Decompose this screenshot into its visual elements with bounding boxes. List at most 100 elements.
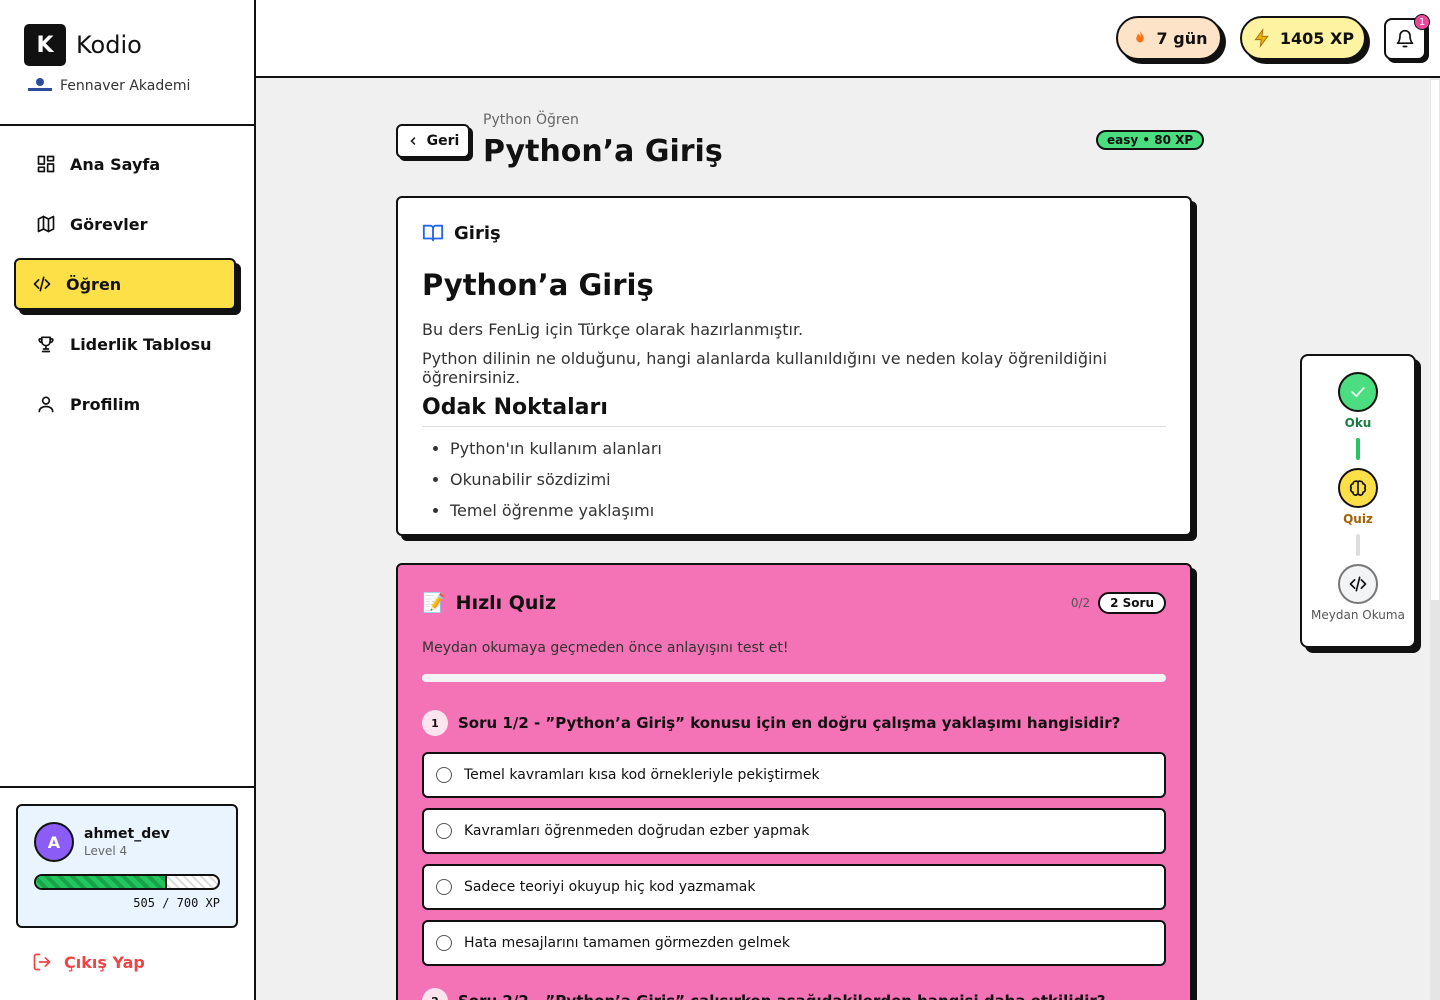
option-label: Sadece teoriyi okuyup hiç kod yazmamak <box>464 879 756 895</box>
radio-button[interactable] <box>436 767 452 783</box>
option-label: Kavramları öğrenmeden doğrudan ezber yap… <box>464 823 810 839</box>
code-icon <box>1349 576 1367 592</box>
brand-row[interactable]: K Kodio <box>24 24 230 66</box>
step-challenge[interactable]: Meydan Okuma <box>1311 564 1405 622</box>
brand-block: K Kodio Fennaver Akademi <box>0 0 254 126</box>
page-title: Python’a Giriş <box>483 134 723 169</box>
bell-icon <box>1396 29 1414 48</box>
options-list: Temel kavramları kısa kod örnekleriyle p… <box>422 752 1166 966</box>
avatar: A <box>34 822 74 862</box>
logout-label: Çıkış Yap <box>64 952 145 972</box>
answer-option[interactable]: Kavramları öğrenmeden doğrudan ezber yap… <box>422 808 1166 854</box>
step-connector <box>1356 438 1360 460</box>
list-item: Python'ın kullanım alanları <box>450 439 1166 458</box>
xp-badge[interactable]: 1405 XP <box>1240 16 1366 60</box>
answer-option[interactable]: Temel kavramları kısa kod örnekleriyle p… <box>422 752 1166 798</box>
quiz-title: Hızlı Quiz <box>455 591 557 614</box>
lightning-icon <box>1252 28 1272 48</box>
answer-option[interactable]: Sadece teoriyi okuyup hiç kod yazmamak <box>422 864 1166 910</box>
org-row: Fennaver Akademi <box>24 78 230 94</box>
focus-heading: Odak Noktaları <box>422 395 1166 427</box>
question-1: 1 Soru 1/2 - ”Python’a Giriş” konusu içi… <box>422 710 1166 736</box>
flame-icon <box>1131 29 1149 47</box>
option-label: Temel kavramları kısa kod örnekleriyle p… <box>464 767 820 783</box>
step-label: Quiz <box>1343 512 1373 526</box>
quiz-header: 📝 Hızlı Quiz 0/2 2 Soru <box>422 591 1166 614</box>
sidebar-item-label: Öğren <box>66 274 122 294</box>
question-count-badge: 2 Soru <box>1098 591 1166 614</box>
brand-name: Kodio <box>76 31 142 59</box>
answer-option[interactable]: Hata mesajlarını tamamen görmezden gelme… <box>422 920 1166 966</box>
step-connector <box>1356 534 1360 556</box>
lesson-content-card: Giriş Python’a Giriş Bu ders FenLig için… <box>396 196 1192 536</box>
question-2: 2 Soru 2/2 - ”Python’a Giriş” çalışırken… <box>422 988 1166 1000</box>
step-circle <box>1338 372 1378 412</box>
user-card[interactable]: A ahmet_dev Level 4 505 / 700 XP <box>16 804 238 928</box>
user-icon <box>38 396 54 413</box>
lesson-heading: Python’a Giriş <box>422 268 654 302</box>
user-level: Level 4 <box>84 844 128 858</box>
sidebar-item-tasks[interactable]: Görevler <box>14 198 240 250</box>
code-icon <box>33 276 51 292</box>
sidebar-item-home[interactable]: Ana Sayfa <box>14 138 240 190</box>
xp-progress-bar <box>34 874 220 890</box>
quiz-meta: 0/2 2 Soru <box>1070 591 1166 614</box>
logout-button[interactable]: Çıkış Yap <box>32 952 145 972</box>
brain-icon <box>1349 480 1367 496</box>
book-open-icon <box>422 224 444 242</box>
question-number: 1 <box>422 710 448 736</box>
question-text: Soru 1/2 - ”Python’a Giriş” konusu için … <box>458 714 1121 732</box>
question-number: 2 <box>422 988 448 1000</box>
back-button[interactable]: Geri <box>396 124 470 158</box>
step-circle <box>1338 468 1378 508</box>
top-bar: 7 gün 1405 XP 1 <box>256 0 1440 78</box>
notifications-button[interactable]: 1 <box>1384 14 1430 60</box>
quiz-description: Meydan okumaya geçmeden önce anlayışını … <box>422 640 789 656</box>
section-header: Giriş <box>422 222 1166 244</box>
step-quiz[interactable]: Quiz <box>1338 468 1378 526</box>
sidebar-nav: Ana Sayfa Görevler Öğren Liderlik Tablos… <box>0 126 254 450</box>
sidebar: K Kodio Fennaver Akademi Ana Sayfa Görev… <box>0 0 256 1000</box>
sidebar-item-learn[interactable]: Öğren <box>14 258 236 310</box>
sidebar-item-label: Görevler <box>70 214 148 234</box>
step-label: Meydan Okuma <box>1311 608 1405 622</box>
scrollbar-thumb[interactable] <box>1431 80 1439 600</box>
sidebar-item-label: Ana Sayfa <box>70 154 161 174</box>
question-text: Soru 2/2 - ”Python’a Giriş” çalışırken a… <box>458 992 1105 1000</box>
map-icon <box>37 215 55 233</box>
lesson-steps-panel: Oku Quiz Meydan Okuma <box>1300 354 1416 648</box>
step-label: Oku <box>1344 416 1372 430</box>
sidebar-item-profile[interactable]: Profilim <box>14 378 240 430</box>
lesson-paragraph: Bu ders FenLig için Türkçe olarak hazırl… <box>422 320 804 339</box>
radio-button[interactable] <box>436 935 452 951</box>
dashboard-icon <box>37 155 55 173</box>
lesson-paragraph: Python dilinin ne olduğunu, hangi alanla… <box>422 349 1108 387</box>
list-item: Okunabilir sözdizimi <box>450 470 1166 489</box>
radio-button[interactable] <box>436 879 452 895</box>
streak-badge[interactable]: 7 gün <box>1116 16 1222 60</box>
sidebar-item-leaderboard[interactable]: Liderlik Tablosu <box>14 318 240 370</box>
quiz-progress-bar <box>422 674 1166 682</box>
logout-icon <box>33 953 51 971</box>
radio-button[interactable] <box>436 823 452 839</box>
step-read[interactable]: Oku <box>1338 372 1378 430</box>
check-icon <box>1351 387 1365 397</box>
back-label: Geri <box>426 133 460 149</box>
org-name: Fennaver Akademi <box>60 78 191 94</box>
sidebar-divider <box>0 786 254 788</box>
sidebar-item-label: Profilim <box>70 394 141 414</box>
focus-list: Python'ın kullanım alanları Okunabilir s… <box>422 439 1166 520</box>
xp-progress-fill <box>36 876 168 888</box>
breadcrumb[interactable]: Python Öğren <box>483 112 579 128</box>
user-info: ahmet_dev Level 4 <box>84 826 170 858</box>
step-circle <box>1338 564 1378 604</box>
quiz-title-row: 📝 Hızlı Quiz <box>422 591 557 615</box>
xp-label: 1405 XP <box>1279 28 1355 48</box>
option-label: Hata mesajlarını tamamen görmezden gelme… <box>464 935 790 951</box>
difficulty-xp-badge: easy • 80 XP <box>1096 130 1205 150</box>
section-title: Giriş <box>454 222 501 244</box>
notification-count-badge: 1 <box>1414 14 1430 30</box>
user-name: ahmet_dev <box>84 826 170 842</box>
chevron-left-icon <box>407 135 419 147</box>
quiz-score: 0/2 <box>1070 595 1091 610</box>
